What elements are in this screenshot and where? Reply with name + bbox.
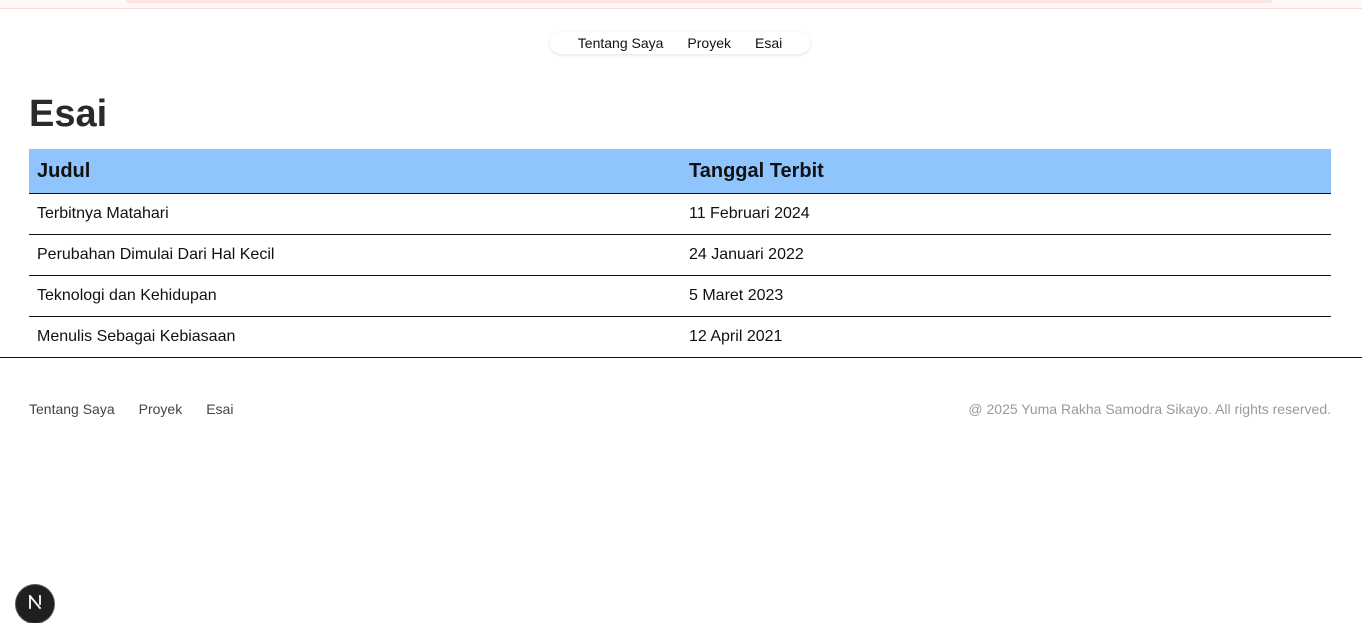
table-row: Teknologi dan Kehidupan 5 Maret 2023 [29, 275, 1331, 317]
footer-divider [0, 357, 1362, 358]
nav-link-essays[interactable]: Esai [743, 32, 794, 54]
footer-link-projects[interactable]: Proyek [139, 400, 183, 418]
page-title: Esai [29, 93, 108, 135]
footer-link-essays[interactable]: Esai [206, 400, 233, 418]
nav-link-about[interactable]: Tentang Saya [566, 32, 676, 54]
footer-link-about[interactable]: Tentang Saya [29, 400, 115, 418]
nextjs-logo-icon[interactable] [16, 585, 54, 623]
nav-link-projects[interactable]: Proyek [675, 32, 743, 54]
essay-date: 5 Maret 2023 [681, 275, 1331, 317]
essays-table: Judul Tanggal Terbit Terbitnya Matahari … [29, 149, 1331, 358]
top-banner-bar [126, 0, 1272, 3]
copyright-text: @ 2025 Yuma Rakha Samodra Sikayo. All ri… [968, 401, 1331, 417]
essay-title: Menulis Sebagai Kebiasaan [29, 316, 681, 358]
top-nav: Tentang Saya Proyek Esai [550, 32, 810, 54]
column-header-title: Judul [29, 149, 681, 194]
essay-date: 12 April 2021 [681, 316, 1331, 358]
essay-title: Teknologi dan Kehidupan [29, 275, 681, 317]
top-banner [0, 0, 1362, 9]
nextjs-n-glyph [28, 595, 42, 609]
essay-date: 11 Februari 2024 [681, 193, 1331, 235]
essay-title: Terbitnya Matahari [29, 193, 681, 235]
footer-nav: Tentang Saya Proyek Esai [29, 400, 233, 418]
table-row: Menulis Sebagai Kebiasaan 12 April 2021 [29, 316, 1331, 358]
table-header-row: Judul Tanggal Terbit [29, 149, 1331, 194]
table-row: Perubahan Dimulai Dari Hal Kecil 24 Janu… [29, 234, 1331, 276]
essay-title: Perubahan Dimulai Dari Hal Kecil [29, 234, 681, 276]
column-header-date: Tanggal Terbit [681, 149, 1331, 194]
table-row: Terbitnya Matahari 11 Februari 2024 [29, 193, 1331, 235]
essay-date: 24 Januari 2022 [681, 234, 1331, 276]
